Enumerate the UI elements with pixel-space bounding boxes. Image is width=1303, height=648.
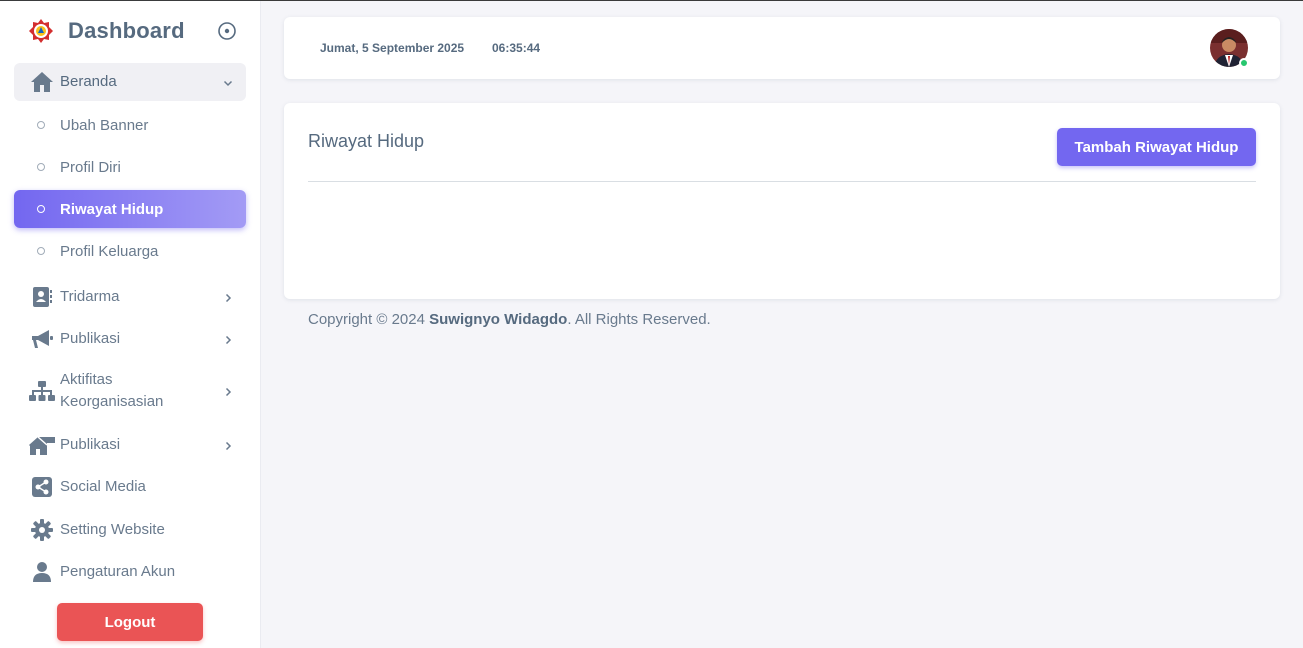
submenu-label: Profil Keluarga	[60, 242, 159, 260]
bullet-icon	[37, 247, 45, 255]
brand-title: Dashboard	[68, 18, 185, 43]
footer-prefix: Copyright © 2024	[308, 311, 430, 328]
menu-item-publikasi[interactable]: Publikasi	[14, 320, 246, 358]
menu-label: Publikasi	[60, 436, 121, 453]
megaphone-icon	[28, 327, 56, 351]
contact-card-icon	[28, 285, 56, 309]
menu-item-publikasi-2[interactable]: Publikasi	[14, 426, 246, 464]
house-icon	[28, 433, 56, 457]
chevron-right-icon	[222, 291, 234, 303]
gear-icon	[28, 518, 56, 542]
org-chart-icon	[28, 379, 56, 403]
footer-suffix: . All Rights Reserved.	[567, 311, 711, 328]
brand[interactable]: Dashboard	[28, 15, 240, 47]
logout-button[interactable]: Logout	[57, 603, 203, 641]
menu-item-tridarma[interactable]: Tridarma	[14, 278, 246, 316]
menu-item-pengaturan-akun[interactable]: Pengaturan Akun	[14, 553, 246, 591]
divider	[308, 181, 1256, 182]
menu-item-beranda[interactable]: Beranda	[14, 63, 246, 101]
chevron-right-icon	[222, 439, 234, 451]
footer-owner: Suwignyo Widagdo	[429, 311, 568, 328]
chevron-right-icon	[222, 385, 234, 397]
bullet-icon	[37, 121, 45, 129]
submenu-label: Riwayat Hidup	[60, 200, 164, 218]
current-time: 06:35:44	[492, 41, 541, 55]
online-status-indicator	[1239, 58, 1249, 68]
menu-label: Pengaturan Akun	[60, 563, 176, 580]
submenu-label: Ubah Banner	[60, 116, 149, 134]
footer-copyright: Copyright © 2024 Suwignyo Widagdo. All R…	[308, 311, 711, 328]
menu-label: Tridarma	[60, 288, 120, 305]
bullet-icon	[37, 205, 45, 213]
menu-label: Setting Website	[60, 521, 165, 538]
menu-label-line1: Aktifitas	[60, 371, 113, 388]
menu-item-setting-website[interactable]: Setting Website	[14, 511, 246, 549]
submenu-label: Profil Diri	[60, 158, 121, 176]
top-navbar: Jumat, 5 September 2025 06:35:44	[284, 17, 1280, 79]
add-riwayat-hidup-button[interactable]: Tambah Riwayat Hidup	[1057, 128, 1256, 166]
submenu-item-ubah-banner[interactable]: Ubah Banner	[14, 106, 246, 144]
share-icon	[28, 475, 56, 499]
sidebar: Dashboard Beranda Ubah Banner Profil Dir…	[0, 1, 260, 648]
menu-item-aktifitas-keorganisasian[interactable]: Aktifitas Keorganisasian	[14, 367, 246, 415]
riwayat-hidup-card: Riwayat Hidup Tambah Riwayat Hidup	[284, 103, 1280, 299]
menu-item-social-media[interactable]: Social Media	[14, 468, 246, 506]
submenu-item-riwayat-hidup[interactable]: Riwayat Hidup	[14, 190, 246, 228]
menu-label: Social Media	[60, 478, 146, 495]
avatar[interactable]	[1210, 29, 1249, 68]
chevron-down-icon	[222, 76, 234, 88]
circle-dot-icon[interactable]	[217, 21, 237, 41]
emblem-logo-icon	[28, 18, 54, 44]
home-icon	[28, 70, 56, 94]
page-title: Riwayat Hidup	[308, 131, 425, 151]
bullet-icon	[37, 163, 45, 171]
submenu-item-profil-keluarga[interactable]: Profil Keluarga	[14, 232, 246, 270]
menu-label: Aktifitas Keorganisasian	[60, 369, 163, 413]
user-icon	[28, 560, 56, 584]
submenu-item-profil-diri[interactable]: Profil Diri	[14, 148, 246, 186]
menu-label: Publikasi	[60, 330, 121, 347]
menu-label-line2: Keorganisasian	[60, 393, 164, 410]
chevron-right-icon	[222, 333, 234, 345]
current-date: Jumat, 5 September 2025	[320, 41, 465, 55]
menu-label: Beranda	[60, 73, 117, 90]
